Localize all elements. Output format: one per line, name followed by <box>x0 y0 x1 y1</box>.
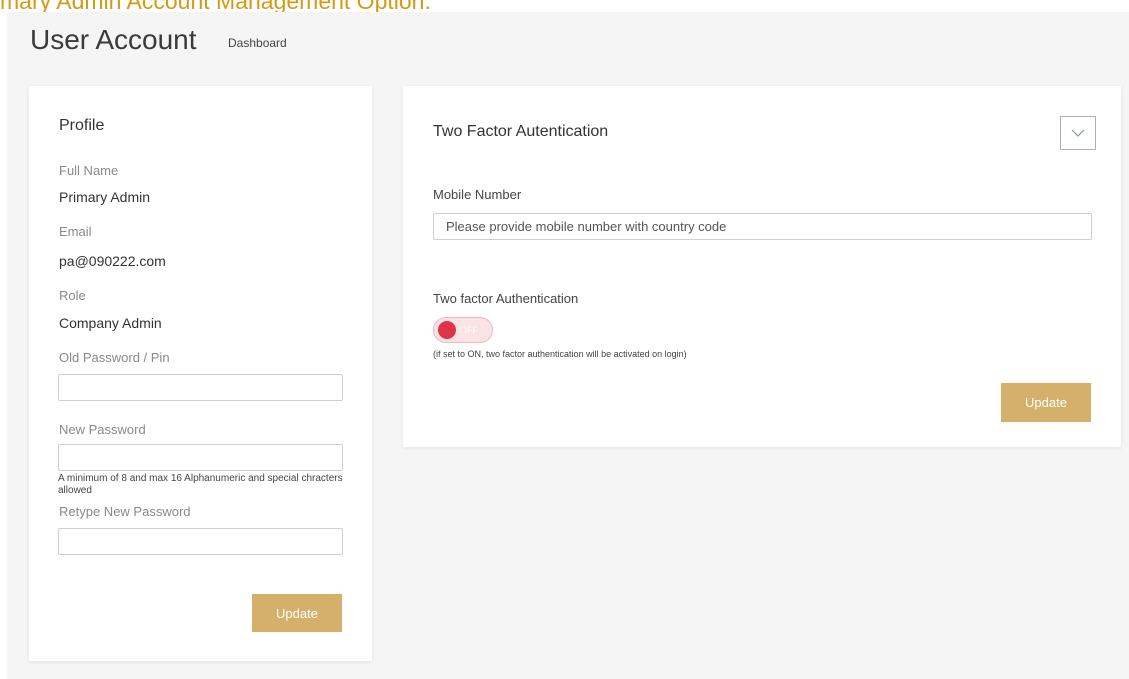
retype-password-label: Retype New Password <box>59 504 191 519</box>
role-label: Role <box>59 288 86 303</box>
profile-update-button[interactable]: Update <box>252 594 342 632</box>
two-factor-update-button[interactable]: Update <box>1001 383 1091 422</box>
chevron-down-icon <box>1071 129 1085 137</box>
two-factor-toggle[interactable]: OFF <box>433 317 493 343</box>
two-factor-title: Two Factor Autentication <box>433 123 609 140</box>
new-password-label: New Password <box>59 422 146 437</box>
password-help-text: A minimum of 8 and max 16 Alphanumeric a… <box>58 473 343 496</box>
two-factor-card: Two Factor Autentication Mobile Number T… <box>403 86 1121 447</box>
toggle-knob <box>438 321 456 339</box>
two-factor-section-label: Two factor Authentication <box>433 291 579 306</box>
old-password-label: Old Password / Pin <box>59 350 170 365</box>
profile-title: Profile <box>59 117 105 134</box>
email-value: pa@090222.com <box>59 253 166 269</box>
page-title: User Account <box>30 24 197 55</box>
retype-password-input[interactable] <box>58 528 343 555</box>
two-factor-help-text: (if set to ON, two factor authentication… <box>433 349 687 359</box>
email-label: Email <box>59 224 92 239</box>
breadcrumb[interactable]: Dashboard <box>228 35 287 51</box>
full-name-label: Full Name <box>59 163 119 178</box>
mobile-number-label: Mobile Number <box>433 187 522 202</box>
mobile-number-input[interactable] <box>433 213 1092 240</box>
full-name-value: Primary Admin <box>59 189 151 205</box>
new-password-input[interactable] <box>58 444 343 471</box>
role-value: Company Admin <box>59 315 162 331</box>
caption-text: mary Admin Account Management Option. <box>0 0 431 14</box>
collapse-button[interactable] <box>1060 116 1096 150</box>
old-password-input[interactable] <box>58 374 343 401</box>
profile-card: Profile Full Name Primary Admin Email pa… <box>29 86 372 661</box>
toggle-state-text: OFF <box>460 325 478 335</box>
